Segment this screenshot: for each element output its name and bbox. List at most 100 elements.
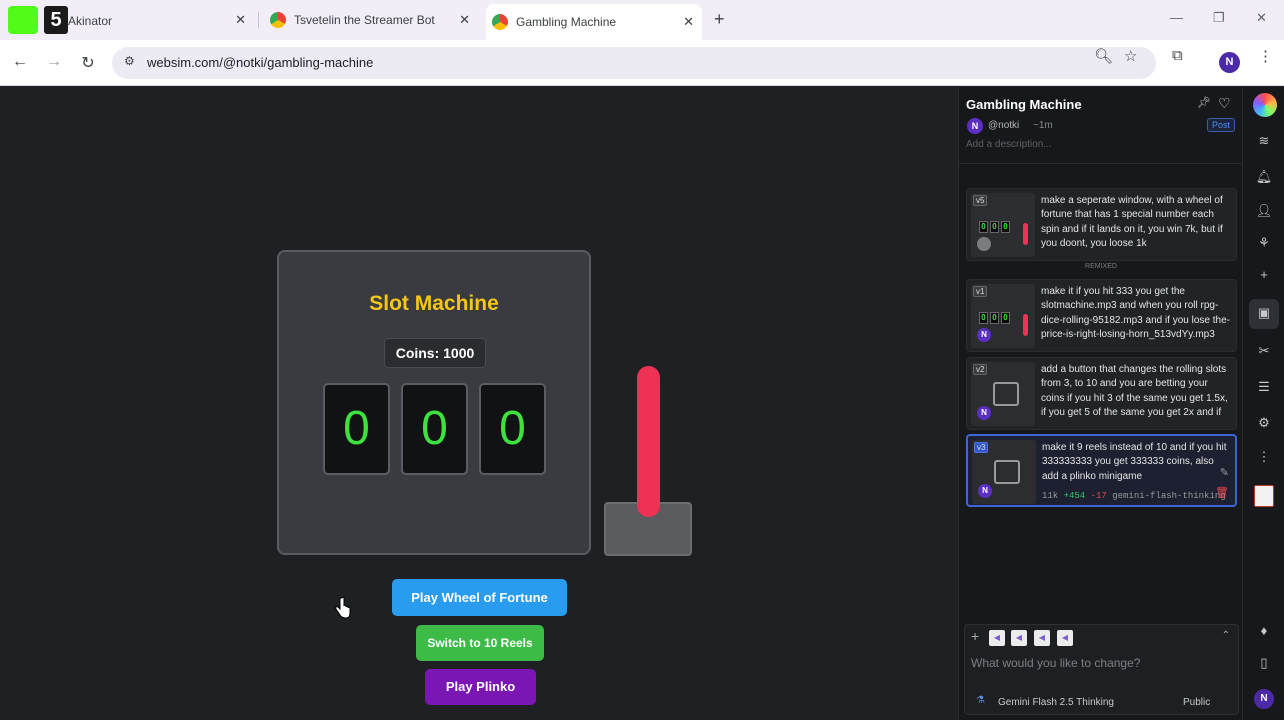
bell-icon[interactable]: 🔔︎ [1243, 169, 1284, 185]
prompt-input[interactable]: What would you like to change? [971, 656, 1140, 670]
profile-avatar[interactable]: N [1219, 52, 1240, 73]
pin-icon[interactable]: 📌︎ [1197, 96, 1211, 109]
divider [959, 163, 1243, 164]
websim-side-panel: Gambling Machine 📌︎ ♡ N @notki ~1m Post … [958, 87, 1243, 720]
pinned-extension-icon[interactable] [1254, 485, 1274, 507]
site-info-icon[interactable]: ⚙ [124, 54, 135, 68]
switch-reels-button[interactable]: Switch to 10 Reels [416, 625, 544, 661]
more-icon[interactable]: ⋮ [1243, 449, 1284, 465]
reel-1: 0 [323, 383, 390, 475]
tab-gambling-machine[interactable]: Gambling Machine ✕ [486, 4, 702, 40]
edit-pencil-icon[interactable]: ✎ [1220, 466, 1229, 479]
close-window-icon[interactable]: ✕ [1256, 10, 1267, 26]
author-avatar[interactable]: N [967, 118, 983, 134]
minimize-icon[interactable]: — [1170, 10, 1183, 25]
tab-strip: 5 Akinator ✕ Tsvetelin the Streamer Bot … [0, 0, 1284, 40]
mini-lever [1023, 223, 1028, 245]
tab-title: Tsvetelin the Streamer Bot [294, 13, 435, 27]
version-badge: v2 [973, 364, 988, 375]
play-plinko-button[interactable]: Play Plinko [425, 669, 536, 705]
version-card-v1[interactable]: 000 v1 N make it if you hit 333 you get … [966, 279, 1237, 352]
version-thumbnail: 000 v5 [971, 193, 1035, 257]
visibility-selector[interactable]: Public [1183, 697, 1210, 708]
diamond-icon[interactable]: ♦ [1243, 623, 1284, 638]
chat-icon[interactable]: ☰ [1243, 379, 1284, 395]
like-heart-icon[interactable]: ♡ [1218, 95, 1231, 112]
version-badge: v5 [973, 195, 988, 206]
menu-kebab-icon[interactable]: ⋮ [1258, 47, 1273, 65]
token-count: 11k [1042, 491, 1059, 501]
mini-slot-preview: 000 [979, 312, 1010, 324]
tab-akinator[interactable]: 5 Akinator ✕ [4, 4, 254, 36]
add-attachment-icon[interactable]: + [971, 628, 979, 644]
version-avatar [977, 237, 991, 251]
model-flask-icon: ⚗ [976, 695, 985, 706]
version-badge: v1 [973, 286, 988, 297]
delete-trash-icon[interactable]: 🗑︎ [1215, 486, 1229, 499]
close-tab-icon[interactable]: ✕ [235, 12, 246, 28]
plus-icon[interactable]: + [1243, 267, 1284, 282]
slot-machine-title: Slot Machine [369, 292, 499, 315]
collapse-chevron-icon[interactable]: ⌃ [1222, 630, 1230, 641]
side-panel-icon[interactable]: ▯ [1243, 655, 1284, 671]
browser-toolbar: ← → ↻ ⚙ websim.com/@notki/gambling-machi… [0, 40, 1284, 86]
tab-tsvetelin[interactable]: Tsvetelin the Streamer Bot ✕ [266, 4, 478, 36]
back-icon[interactable]: ← [10, 53, 30, 71]
version-prompt: add a button that changes the rolling sl… [1041, 364, 1228, 419]
lines-added: +454 [1063, 491, 1086, 501]
feed-icon[interactable]: ≋ [1243, 133, 1284, 149]
zoom-icon[interactable]: 🔍︎ [1094, 47, 1113, 65]
lines-removed: -17 [1090, 491, 1107, 501]
chrome-favicon-icon [492, 14, 508, 30]
play-wheel-of-fortune-button[interactable]: Play Wheel of Fortune [392, 579, 567, 616]
version-thumbnail: v3 N [972, 440, 1036, 504]
sound-file-chip-icon[interactable]: ◀ [1011, 630, 1027, 646]
version-card-v5[interactable]: 000 v5 make a seperate window, with a wh… [966, 188, 1237, 261]
bookmark-star-icon[interactable]: ☆ [1124, 47, 1137, 65]
description-field[interactable]: Add a description... [966, 139, 1052, 150]
tab-title: Akinator [68, 14, 113, 28]
address-bar[interactable]: ⚙ websim.com/@notki/gambling-machine [112, 47, 1156, 79]
restore-icon[interactable]: ❐ [1213, 10, 1225, 26]
sound-file-chip-icon[interactable]: ◀ [1034, 630, 1050, 646]
kick-logo-icon [8, 6, 38, 34]
sound-file-chip-icon[interactable]: ◀ [1057, 630, 1073, 646]
tab-divider [258, 12, 259, 28]
url-text: websim.com/@notki/gambling-machine [147, 55, 374, 70]
mini-slot-preview: 000 [979, 221, 1010, 233]
version-card-v2[interactable]: v2 N add a button that changes the rolli… [966, 357, 1237, 430]
prompt-composer: + ◀ ◀ ◀ ◀ ⌃ What would you like to chang… [964, 624, 1239, 715]
close-tab-icon[interactable]: ✕ [683, 14, 694, 30]
page-content: Slot Machine Coins: 1000 0 0 0 Play Whee… [0, 87, 958, 720]
tab-title: Gambling Machine [516, 15, 617, 29]
forward-icon[interactable]: → [44, 53, 64, 71]
version-avatar: N [977, 406, 991, 420]
websim-logo-icon[interactable] [1253, 93, 1277, 117]
new-tab-button[interactable]: + [714, 9, 725, 30]
tab-badge: 5 [44, 6, 68, 34]
close-tab-icon[interactable]: ✕ [459, 12, 470, 28]
version-prompt: make it 9 reels instead of 10 and if you… [1042, 442, 1227, 482]
reload-icon[interactable]: ↻ [78, 53, 98, 73]
tools-icon[interactable]: ✂ [1243, 343, 1284, 359]
sound-file-chip-icon[interactable]: ◀ [989, 630, 1005, 646]
lever-handle[interactable] [637, 366, 660, 517]
profile-avatar[interactable]: N [1254, 689, 1274, 709]
remixed-label: REMIXED [1085, 263, 1117, 270]
image-icon[interactable]: ▣ [1243, 305, 1284, 321]
hand-cursor-icon [335, 597, 351, 619]
version-card-v3[interactable]: v3 N make it 9 reels instead of 10 and i… [966, 434, 1237, 507]
version-avatar: N [977, 328, 991, 342]
extension-sidebar: ≋ 🔔︎ 👤︎ ⚘ + ▣ ✂ ☰ ⚙ ⋮ ♦ ▯ N [1242, 87, 1284, 720]
post-time: ~1m [1033, 120, 1053, 131]
settings-gear-icon[interactable]: ⚙ [1243, 415, 1284, 431]
network-icon[interactable]: ⚘ [1243, 235, 1284, 251]
version-avatar: N [978, 484, 992, 498]
author-handle[interactable]: @notki [988, 120, 1019, 131]
extensions-icon[interactable]: ⧉ [1172, 47, 1183, 64]
version-thumbnail: v2 N [971, 362, 1035, 426]
post-button[interactable]: Post [1207, 118, 1236, 132]
model-selector[interactable]: Gemini Flash 2.5 Thinking [998, 697, 1114, 708]
version-prompt: make a seperate window, with a wheel of … [1041, 195, 1223, 250]
user-icon[interactable]: 👤︎ [1243, 203, 1284, 219]
